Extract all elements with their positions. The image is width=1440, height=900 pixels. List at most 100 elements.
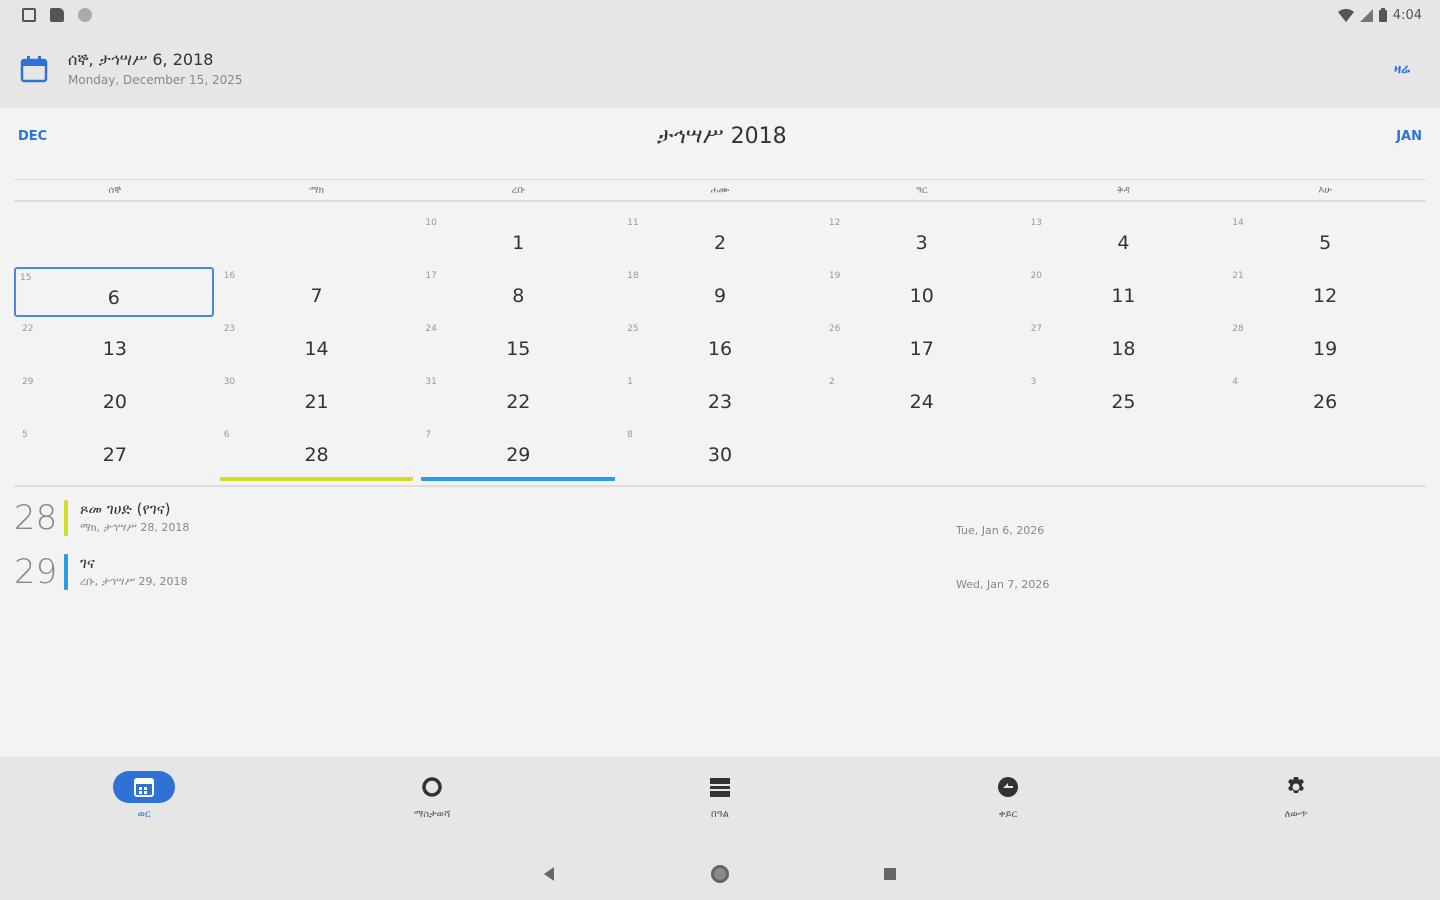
event-day: 29	[14, 552, 58, 592]
day-cell[interactable]: 21 12	[1228, 267, 1422, 320]
ethiopian-day: 18	[1111, 338, 1136, 360]
weekday-label: ሰኞ	[108, 184, 122, 196]
selected-day-cell[interactable]: 15 6	[14, 267, 214, 317]
day-cell[interactable]: 24 15	[421, 320, 615, 373]
ethiopian-day: 27	[102, 444, 127, 466]
day-cell[interactable]: 30 21	[220, 373, 414, 426]
day-cell[interactable]: 31 22	[421, 373, 615, 426]
event-row[interactable]: 28 ጾመ ገሀድ (የገና) ማክ, ታኅሣሥ 28, 2018 Tue, Jan …	[14, 498, 1426, 552]
ethiopian-day: 9	[713, 285, 727, 307]
gregorian-day: 29	[22, 377, 34, 387]
ethiopian-day: 17	[909, 338, 934, 360]
nav-item-holidays[interactable]: በዓል	[576, 757, 864, 847]
today-button[interactable]: ዛሬ	[1394, 62, 1410, 77]
gregorian-day: 12	[828, 218, 841, 228]
ethiopian-day: 13	[102, 338, 127, 360]
ethiopian-day: 12	[1313, 285, 1338, 307]
day-cell[interactable]: 10 1	[421, 214, 615, 267]
next-month-button[interactable]: JAN	[1396, 129, 1422, 144]
gregorian-day: 30	[223, 377, 236, 387]
day-cell[interactable]: 28 19	[1228, 320, 1422, 373]
gregorian-day: 4	[1232, 377, 1239, 387]
nav-item-month[interactable]: ወር	[0, 757, 288, 847]
ethiopian-day: 1	[512, 232, 525, 254]
day-cell[interactable]: 8 30	[623, 426, 817, 479]
gregorian-day: 14	[1232, 218, 1244, 228]
ethiopian-day: 24	[909, 391, 934, 413]
events-list: 28 ጾመ ገሀድ (የገና) ማክ, ታኅሣሥ 28, 2018 Tue, Jan …	[14, 498, 1426, 606]
back-icon[interactable]	[540, 864, 560, 884]
weekday-label: ማክ	[309, 184, 325, 196]
event-body: ጾመ ገሀድ (የገና) ማክ, ታኅሣሥ 28, 2018	[80, 498, 1426, 536]
gregorian-day: 28	[1232, 324, 1244, 334]
dot-icon	[78, 8, 92, 22]
day-cell[interactable]: 3 25	[1027, 373, 1221, 426]
nav-item-notes[interactable]: ማስታወሻ	[288, 757, 576, 847]
day-cell[interactable]: 20 11	[1027, 267, 1221, 320]
day-cell[interactable]: 23 14	[220, 320, 414, 373]
day-cell[interactable]: 2 24	[825, 373, 1019, 426]
recents-icon[interactable]	[880, 864, 900, 884]
nav-pill	[977, 771, 1039, 803]
day-cell[interactable]: 25 16	[623, 320, 817, 373]
header-date: ሰኞ, ታኅሣሥ 6, 2018 Monday, December 15, 20…	[68, 49, 1394, 89]
notification-icon	[22, 8, 36, 22]
day-cell[interactable]: 123	[825, 214, 1019, 267]
day-cell[interactable]: 14 5	[1228, 214, 1422, 267]
ethiopian-day: 23	[707, 391, 733, 413]
prev-month-button[interactable]: DEC	[18, 129, 47, 144]
day-cell[interactable]: 11 2	[623, 214, 817, 267]
day-cell[interactable]: 4 26	[1228, 373, 1422, 426]
day-cell[interactable]: 13 4	[1027, 214, 1221, 267]
day-cell[interactable]: 17 8	[421, 267, 615, 320]
ethiopian-day: 2	[713, 232, 727, 254]
month-title: ታኅሣሥ 2018	[656, 123, 787, 149]
gregorian-day: 22	[22, 324, 34, 334]
status-icons-right: 4:04	[1337, 7, 1422, 23]
nav-item-convert[interactable]: ቀይር	[864, 757, 1152, 847]
gregorian-day: 7	[425, 430, 432, 440]
event-row[interactable]: 29 ገና ረቡ, ታኅሣሥ 29, 2018 Wed, Jan 7, 2026	[14, 552, 1426, 606]
status-time: 4:04	[1392, 7, 1422, 23]
day-cell[interactable]: 16 7	[220, 267, 414, 320]
ethiopian-day: 28	[304, 444, 329, 466]
day-cell[interactable]: 6 28	[219, 426, 414, 481]
header-subtitle: Monday, December 15, 2025	[68, 73, 243, 87]
ethiopian-day: 14	[304, 338, 329, 360]
ethiopian-day: 30	[707, 444, 733, 466]
nav-label: ቀይር	[998, 809, 1018, 820]
ethiopian-day: 11	[1111, 285, 1136, 307]
gregorian-day: 17	[425, 271, 437, 281]
ethiopian-day: 15	[506, 338, 531, 360]
day-cell[interactable]: 29 20	[18, 373, 212, 426]
ethiopian-day: 19	[1313, 338, 1338, 360]
day-cell[interactable]: 22 13	[18, 320, 212, 373]
day-cell[interactable]: 7 29	[421, 426, 616, 481]
day-cell[interactable]: 27 18	[1027, 320, 1221, 373]
event-color-stripe	[64, 554, 68, 590]
day-cell[interactable]: 26 17	[825, 320, 1019, 373]
settings-icon	[1288, 777, 1304, 793]
home-icon[interactable]	[710, 864, 730, 884]
ethiopian-day: 29	[506, 444, 531, 466]
gregorian-day: 3	[1030, 377, 1037, 387]
list-icon	[710, 778, 730, 797]
day-cell[interactable]: 19 10	[825, 267, 1019, 320]
signal-icon	[1359, 8, 1373, 22]
weekday-label: ዓር	[915, 184, 928, 196]
gregorian-day: 19	[828, 271, 841, 281]
event-color-stripe	[64, 500, 68, 536]
day-cell[interactable]: 5 27	[18, 426, 212, 479]
day-cell[interactable]: 18 9	[623, 267, 817, 320]
event-date: ማክ, ታኅሣሥ 28, 2018	[80, 521, 190, 534]
nav-item-settings[interactable]: ለውጥ	[1152, 757, 1440, 847]
divider	[14, 485, 1426, 487]
day-cell[interactable]: 123	[623, 373, 817, 426]
calendar-icon[interactable]	[20, 55, 48, 83]
event-title: ጾመ ገሀድ (የገና)	[80, 500, 171, 518]
ethiopian-day: 16	[707, 338, 733, 360]
ethiopian-day: 10	[909, 285, 934, 307]
gregorian-day: 6	[223, 430, 230, 440]
nav-label: በዓል	[711, 809, 729, 820]
nav-pill-active	[113, 771, 175, 803]
